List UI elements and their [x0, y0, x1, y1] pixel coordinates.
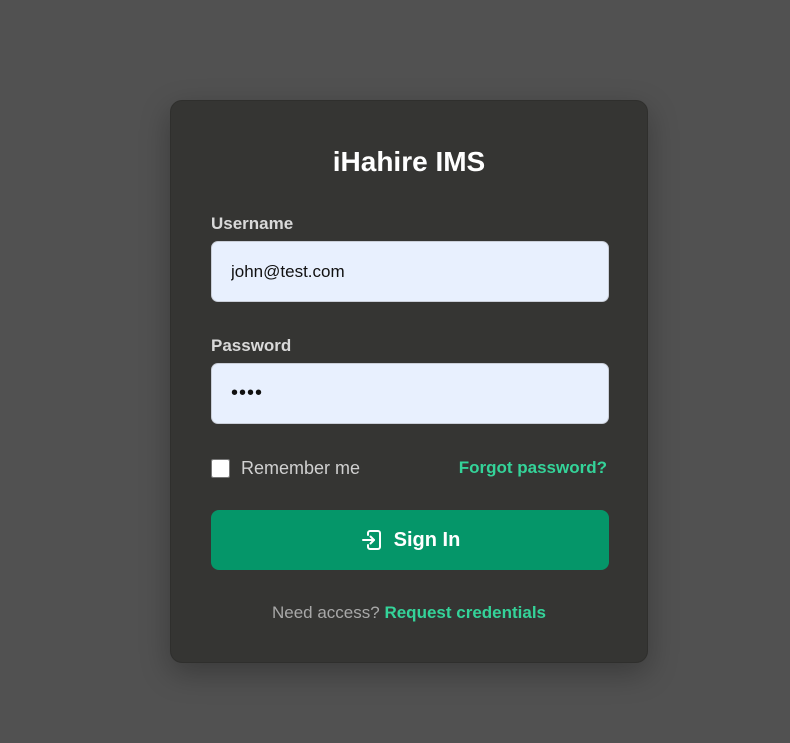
forgot-password-link[interactable]: Forgot password?	[459, 457, 607, 479]
password-input[interactable]	[211, 363, 609, 424]
request-credentials-link[interactable]: Request credentials	[384, 603, 546, 622]
username-label: Username	[211, 214, 294, 233]
username-input[interactable]	[211, 241, 609, 302]
need-access-text: Need access?	[271, 603, 380, 622]
access-line: Need access? Request credentials	[171, 602, 647, 624]
sign-in-button[interactable]: Sign In	[211, 510, 609, 570]
sign-in-label: Sign In	[393, 528, 461, 551]
app-title: iHahire IMS	[332, 146, 486, 177]
password-label: Password	[211, 336, 292, 355]
login-card: iHahire IMS Username Password Remember m…	[170, 100, 648, 663]
sign-in-icon	[360, 528, 384, 552]
remember-me-label: Remember me	[241, 457, 361, 478]
remember-me-checkbox[interactable]	[211, 458, 230, 478]
remember-me[interactable]: Remember me	[211, 457, 360, 479]
